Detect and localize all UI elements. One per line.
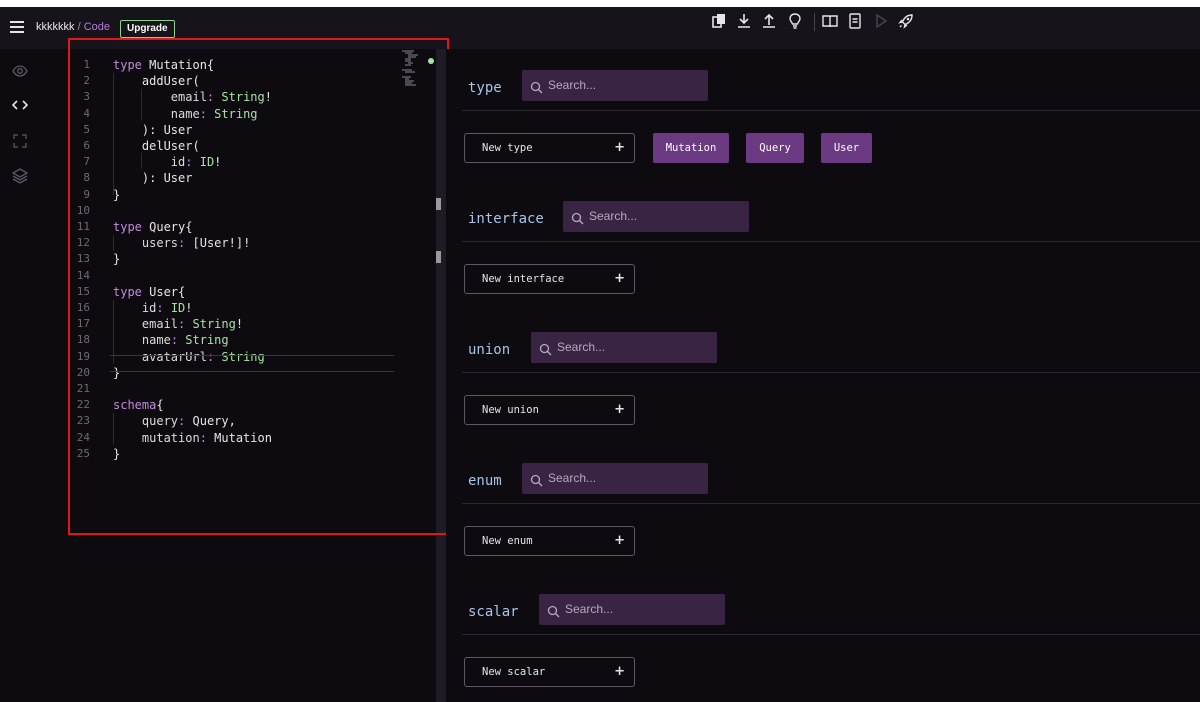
search-icon bbox=[530, 472, 543, 487]
section-label-interface: interface bbox=[468, 211, 544, 227]
new-scalar-button[interactable]: New scalar + bbox=[464, 657, 635, 687]
enum-search-input[interactable]: Search... bbox=[522, 463, 708, 494]
search-placeholder: Search... bbox=[548, 471, 597, 485]
search-placeholder: Search... bbox=[565, 602, 614, 616]
editor-mode[interactable]: Code bbox=[84, 21, 110, 33]
plus-icon: + bbox=[614, 664, 625, 679]
eye-icon[interactable] bbox=[11, 62, 29, 80]
section-label-enum: enum bbox=[468, 473, 502, 489]
type-chip-mutation[interactable]: Mutation bbox=[653, 133, 729, 163]
plus-icon: + bbox=[614, 271, 625, 286]
search-placeholder: Search... bbox=[557, 340, 606, 354]
plus-icon: + bbox=[614, 402, 625, 417]
breadcrumb-separator: / bbox=[77, 21, 81, 33]
top-strip bbox=[0, 0, 1200, 7]
union-search-input[interactable]: Search... bbox=[531, 332, 717, 363]
scalar-search-input[interactable]: Search... bbox=[539, 594, 725, 625]
section-label-scalar: scalar bbox=[468, 604, 519, 620]
plus-icon: + bbox=[614, 140, 625, 155]
new-type-button[interactable]: New type + bbox=[464, 133, 635, 163]
new-type-label: New type bbox=[482, 142, 533, 154]
search-icon bbox=[571, 210, 584, 225]
new-enum-button[interactable]: New enum + bbox=[464, 526, 635, 556]
expand-icon[interactable] bbox=[11, 132, 29, 150]
plus-icon: + bbox=[614, 533, 625, 548]
type-chip-query[interactable]: Query bbox=[746, 133, 804, 163]
menu-icon[interactable] bbox=[10, 21, 24, 33]
new-interface-button[interactable]: New interface + bbox=[464, 264, 635, 294]
type-chip-user[interactable]: User bbox=[821, 133, 872, 163]
annotation-highlight-box bbox=[68, 38, 449, 535]
upload-icon[interactable] bbox=[760, 12, 778, 30]
new-interface-label: New interface bbox=[482, 273, 565, 285]
search-icon bbox=[530, 79, 543, 94]
rocket-icon[interactable] bbox=[897, 12, 915, 30]
play-icon[interactable] bbox=[872, 12, 890, 30]
new-union-label: New union bbox=[482, 404, 539, 416]
code-icon[interactable] bbox=[11, 96, 29, 114]
section-divider bbox=[462, 503, 1200, 504]
section-label-type: type bbox=[468, 80, 502, 96]
section-divider bbox=[462, 241, 1200, 242]
section-divider bbox=[462, 110, 1200, 111]
new-enum-label: New enum bbox=[482, 535, 533, 547]
search-placeholder: Search... bbox=[589, 209, 638, 223]
search-placeholder: Search... bbox=[548, 78, 597, 92]
new-union-button[interactable]: New union + bbox=[464, 395, 635, 425]
interface-search-input[interactable]: Search... bbox=[563, 201, 749, 232]
breadcrumb: kkkkkkk / Code bbox=[36, 21, 110, 33]
book-icon[interactable] bbox=[821, 12, 839, 30]
document-icon[interactable] bbox=[846, 12, 864, 30]
search-icon bbox=[539, 341, 552, 356]
layers-icon[interactable] bbox=[11, 167, 29, 185]
toolbar-divider bbox=[814, 13, 815, 31]
project-name[interactable]: kkkkkkk bbox=[36, 21, 75, 33]
copy-icon[interactable] bbox=[710, 12, 728, 30]
lightbulb-icon[interactable] bbox=[786, 12, 804, 30]
section-divider bbox=[462, 634, 1200, 635]
section-divider bbox=[462, 372, 1200, 373]
download-icon[interactable] bbox=[735, 12, 753, 30]
search-icon bbox=[547, 603, 560, 618]
section-label-union: union bbox=[468, 342, 511, 358]
left-rail bbox=[0, 49, 40, 702]
new-scalar-label: New scalar bbox=[482, 666, 546, 678]
upgrade-button[interactable]: Upgrade bbox=[120, 20, 175, 38]
type-search-input[interactable]: Search... bbox=[522, 70, 708, 101]
